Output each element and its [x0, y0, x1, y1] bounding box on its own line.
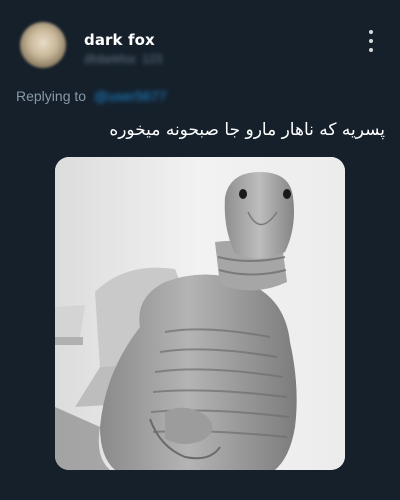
- user-handle[interactable]: @darkfox_123: [84, 52, 172, 64]
- tweet-text: پسریه که ناهار مارو جا صبحونه میخوره: [109, 120, 385, 140]
- more-vertical-icon[interactable]: [364, 30, 378, 52]
- tweet-media-image[interactable]: [55, 157, 345, 470]
- avatar[interactable]: [20, 22, 66, 68]
- replying-to-handle[interactable]: @user5677: [94, 88, 167, 104]
- tweet: dark fox @darkfox_123 Replying to @user5…: [0, 0, 400, 500]
- replying-to-label: Replying to: [16, 88, 87, 104]
- replying-to: Replying to @user5677: [16, 88, 167, 104]
- display-name[interactable]: dark fox: [84, 31, 155, 49]
